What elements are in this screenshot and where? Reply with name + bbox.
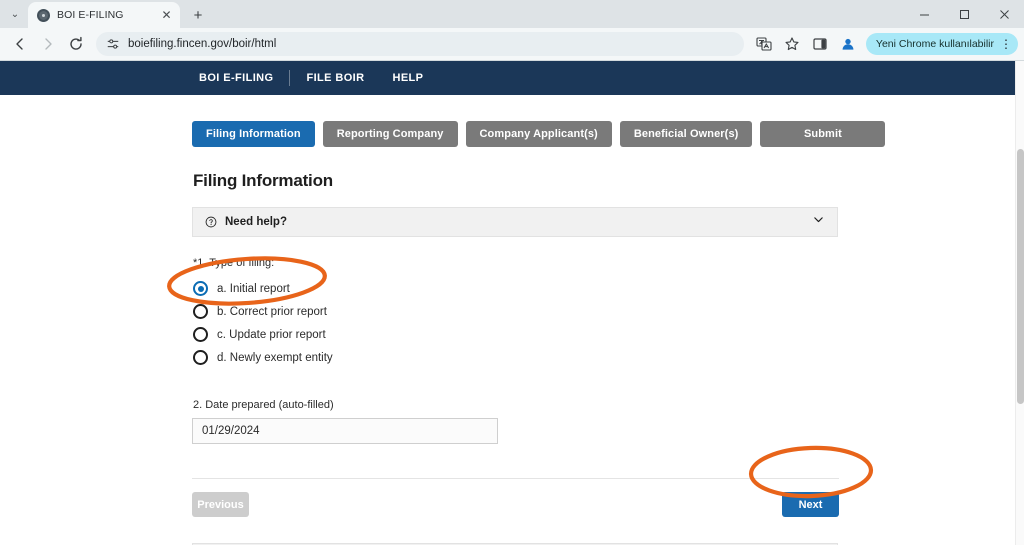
- window-controls: [904, 0, 1024, 28]
- previous-button[interactable]: Previous: [192, 492, 249, 517]
- nav-divider: [289, 70, 291, 86]
- address-bar-url: boiefiling.fincen.gov/boir/html: [128, 38, 277, 50]
- new-tab-button[interactable]: +: [186, 3, 210, 27]
- tab-submit[interactable]: Submit: [760, 121, 886, 147]
- page-title: Filing Information: [193, 171, 333, 190]
- profile-avatar-icon[interactable]: [834, 30, 862, 58]
- page-viewport: BOI E-FILING FILE BOIR HELP Filing Infor…: [0, 61, 1024, 545]
- scrollbar-thumb[interactable]: [1017, 149, 1024, 404]
- radio-option-update-prior-report[interactable]: c. Update prior report: [192, 323, 1024, 346]
- tab-beneficial-owners[interactable]: Beneficial Owner(s): [619, 121, 753, 147]
- page-scrollbar[interactable]: [1015, 61, 1024, 545]
- question2-label: 2. Date prepared (auto-filled): [193, 399, 334, 411]
- tab-reporting-company[interactable]: Reporting Company: [322, 121, 458, 147]
- close-window-icon[interactable]: [984, 0, 1024, 28]
- radio-button[interactable]: [193, 327, 208, 342]
- browser-window: ⌄ BOI E-FILING ✕ + boiefiling.fincen.gov…: [0, 0, 1024, 546]
- wizard-tabs: Filing Information Reporting Company Com…: [192, 121, 1024, 147]
- browser-tab[interactable]: BOI E-FILING ✕: [28, 2, 180, 28]
- next-button[interactable]: Next: [782, 492, 839, 517]
- forward-arrow-icon: [34, 30, 62, 58]
- privacy-notice-accordion[interactable]: PRIVACY ACT AND PAPERWORK REDUCTION ACT …: [192, 543, 838, 545]
- address-bar[interactable]: boiefiling.fincen.gov/boir/html: [96, 32, 744, 56]
- radio-label: b. Correct prior report: [217, 305, 327, 318]
- tab-company-applicants[interactable]: Company Applicant(s): [465, 121, 612, 147]
- toolbar-actions: Yeni Chrome kullanılabilir ⋮: [750, 30, 1018, 58]
- radio-option-correct-prior-report[interactable]: b. Correct prior report: [192, 300, 1024, 323]
- radio-label: d. Newly exempt entity: [217, 351, 333, 364]
- browser-menu-icon[interactable]: ⋮: [998, 37, 1014, 51]
- type-of-filing-radio-group: a. Initial report b. Correct prior repor…: [192, 277, 1024, 369]
- bookmark-star-icon[interactable]: [778, 30, 806, 58]
- radio-button[interactable]: [193, 350, 208, 365]
- nav-link-help[interactable]: HELP: [378, 72, 437, 84]
- need-help-label: Need help?: [225, 216, 287, 228]
- reload-icon[interactable]: [62, 30, 90, 58]
- translate-icon[interactable]: [750, 30, 778, 58]
- date-prepared-input[interactable]: 01/29/2024: [192, 418, 498, 444]
- site-navigation-bar: BOI E-FILING FILE BOIR HELP: [0, 61, 1024, 95]
- form-button-row: Previous Next: [192, 492, 839, 517]
- chrome-update-chip[interactable]: Yeni Chrome kullanılabilir ⋮: [865, 33, 1018, 55]
- question-circle-icon: [205, 216, 217, 228]
- browser-tab-title: BOI E-FILING: [57, 9, 124, 21]
- side-panel-icon[interactable]: [806, 30, 834, 58]
- site-seal-favicon: [37, 8, 50, 22]
- back-arrow-icon[interactable]: [6, 30, 34, 58]
- radio-option-newly-exempt-entity[interactable]: d. Newly exempt entity: [192, 346, 1024, 369]
- form-content: Filing Information Reporting Company Com…: [0, 121, 1024, 545]
- radio-label: c. Update prior report: [217, 328, 326, 341]
- question1-label: *1. Type of filing:: [193, 257, 275, 269]
- maximize-icon[interactable]: [944, 0, 984, 28]
- nav-link-file-boir[interactable]: FILE BOIR: [292, 72, 378, 84]
- need-help-accordion[interactable]: Need help?: [192, 207, 838, 237]
- radio-option-initial-report[interactable]: a. Initial report: [192, 277, 1024, 300]
- site-settings-icon[interactable]: [106, 37, 120, 51]
- browser-toolbar: boiefiling.fincen.gov/boir/html Yeni Chr…: [0, 28, 1024, 60]
- radio-button[interactable]: [193, 304, 208, 319]
- browser-tabstrip: ⌄ BOI E-FILING ✕ +: [0, 0, 1024, 28]
- nav-link-boi-efiling[interactable]: BOI E-FILING: [185, 72, 287, 84]
- tab-search-caret-icon[interactable]: ⌄: [2, 1, 28, 27]
- radio-label: a. Initial report: [217, 282, 290, 295]
- chevron-down-icon[interactable]: [812, 213, 825, 231]
- chrome-update-label: Yeni Chrome kullanılabilir: [875, 38, 994, 50]
- form-divider: [192, 478, 839, 479]
- radio-button[interactable]: [193, 281, 208, 296]
- minimize-icon[interactable]: [904, 0, 944, 28]
- tab-filing-information[interactable]: Filing Information: [192, 121, 315, 147]
- close-icon[interactable]: ✕: [159, 8, 174, 23]
